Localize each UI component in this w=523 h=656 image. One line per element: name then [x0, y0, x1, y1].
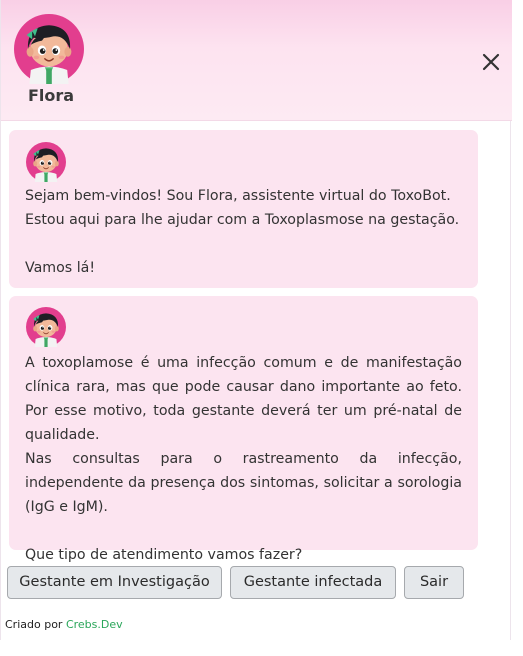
- flora-avatar-icon: [26, 142, 66, 182]
- bot-name: Flora: [27, 86, 75, 105]
- close-icon[interactable]: [479, 50, 503, 74]
- option-gestante-em-investigacao-button[interactable]: Gestante em Investigação: [7, 566, 222, 599]
- bot-message: A toxoplamose é uma infecção comum e de …: [9, 296, 478, 563]
- message-text: A toxoplamose é uma infecção comum e de …: [25, 355, 462, 563]
- crebs-dev-link[interactable]: Crebs.Dev: [66, 618, 123, 631]
- footer-prefix: Criado por: [5, 618, 66, 631]
- chat-header: Flora: [1, 0, 512, 121]
- flora-avatar-icon: [26, 307, 66, 347]
- bot-message: Sejam bem-vindos! Sou Flora, assistente …: [9, 130, 478, 288]
- chat-widget: Flora Sejam bem-vindos! Sou Flora, assis…: [0, 0, 512, 640]
- quick-reply-options: Gestante em Investigação Gestante infect…: [1, 566, 512, 602]
- flora-avatar-icon: [14, 14, 84, 84]
- message-list: Sejam bem-vindos! Sou Flora, assistente …: [1, 122, 512, 563]
- footer-credit: Criado por Crebs.Dev: [5, 618, 123, 631]
- message-text: Sejam bem-vindos! Sou Flora, assistente …: [25, 188, 460, 276]
- option-gestante-infectada-button[interactable]: Gestante infectada: [230, 566, 396, 599]
- option-sair-button[interactable]: Sair: [404, 566, 464, 599]
